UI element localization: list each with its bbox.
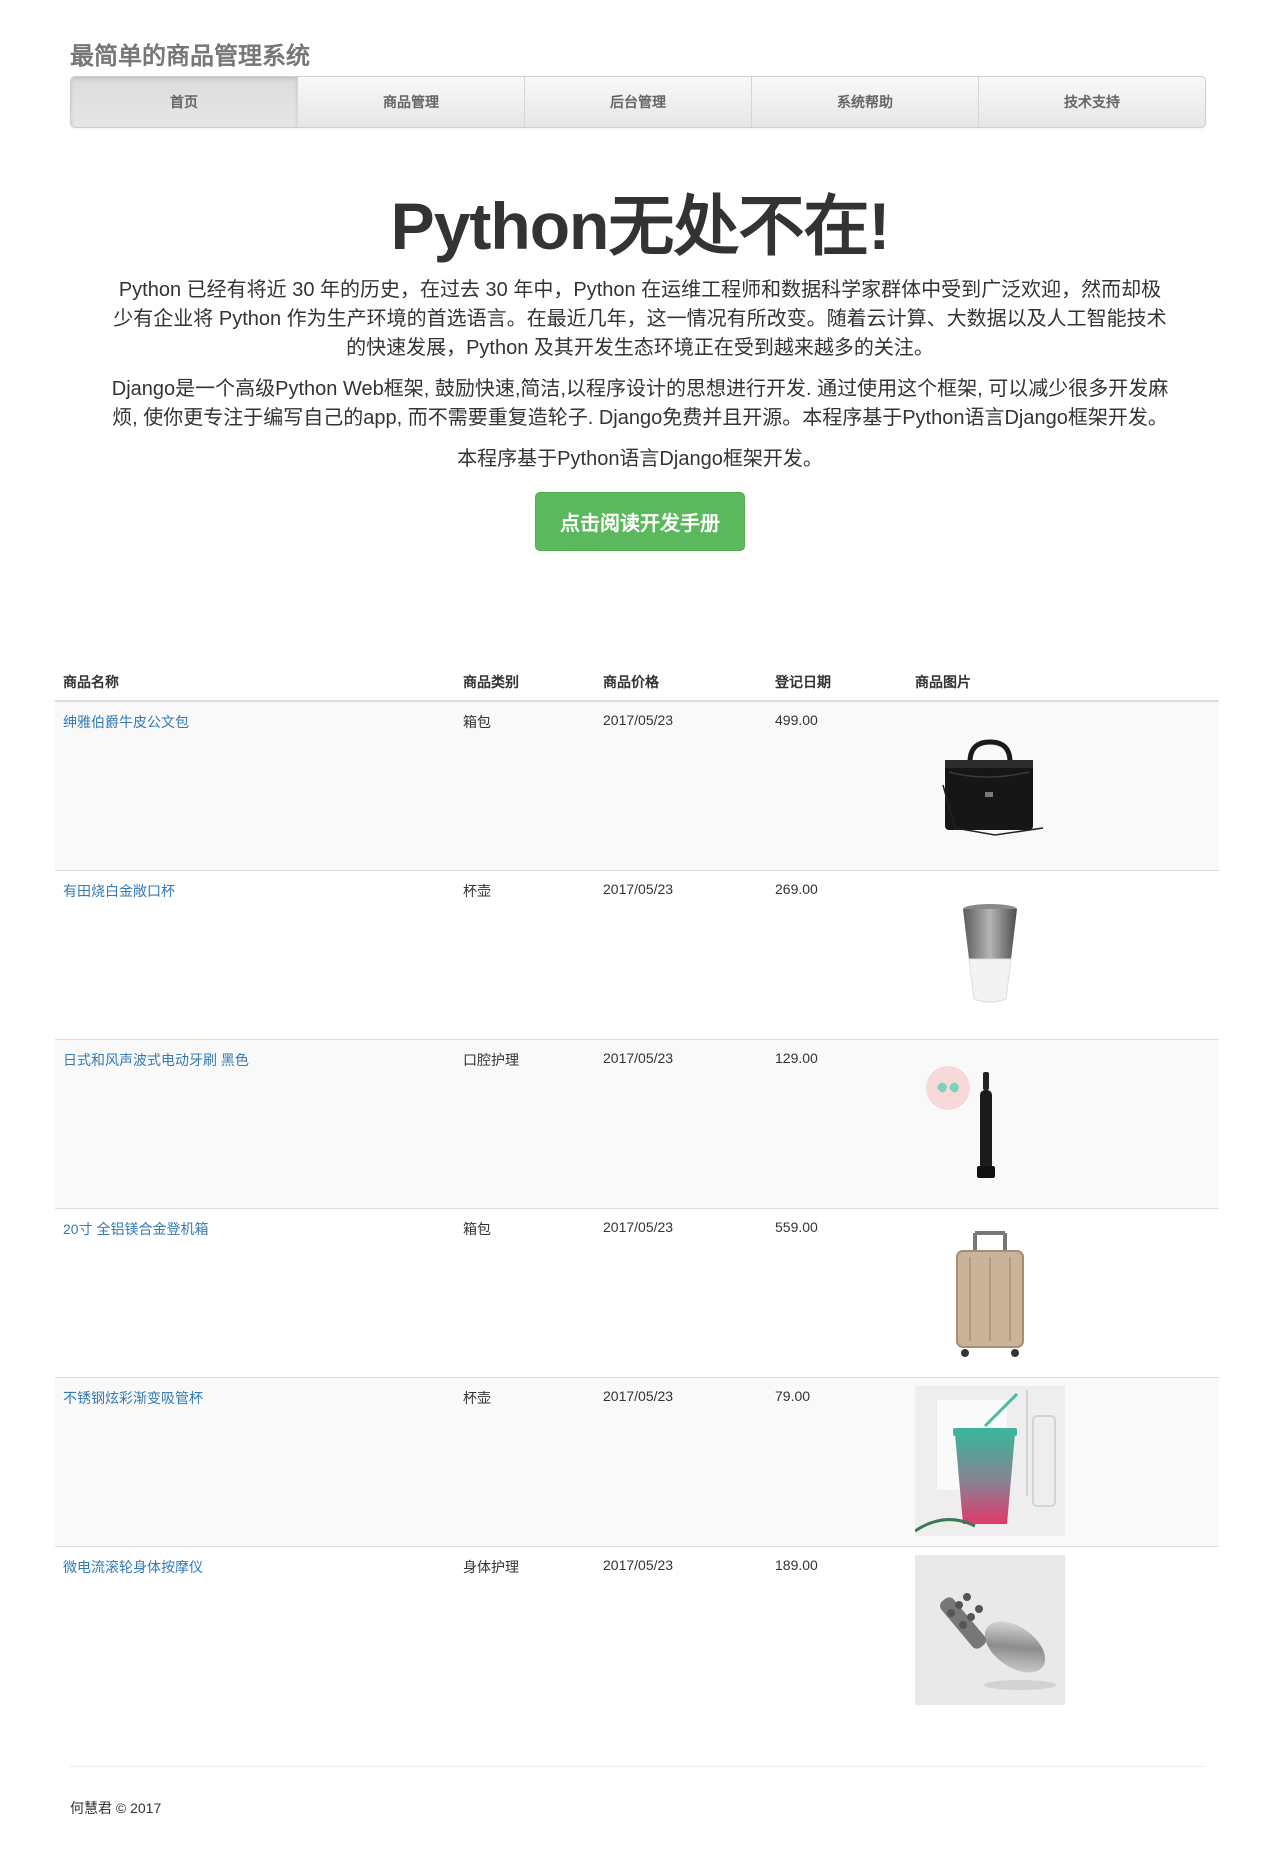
product-name-link[interactable]: 20寸 全铝镁合金登机箱: [63, 1221, 208, 1237]
product-col4: 79.00: [767, 1377, 907, 1547]
nav-item-help[interactable]: 系统帮助: [752, 77, 979, 127]
cup-image: [915, 879, 1065, 1029]
product-col4: 129.00: [767, 1039, 907, 1209]
hero-paragraph-note: 本程序基于Python语言Django框架开发。: [457, 448, 823, 470]
product-col4: 559.00: [767, 1208, 907, 1378]
product-name-link[interactable]: 日式和风声波式电动牙刷 黑色: [63, 1052, 249, 1068]
massager-image: [915, 1555, 1065, 1705]
table-header-row: 商品名称 商品类别 商品价格 登记日期 商品图片: [55, 668, 1219, 702]
product-name-link[interactable]: 绅雅伯爵牛皮公文包: [63, 714, 189, 730]
read-manual-button[interactable]: 点击阅读开发手册: [535, 492, 745, 551]
header-name: 商品名称: [55, 668, 455, 702]
suitcase-image: [915, 1217, 1065, 1367]
jumbotron: Python无处不在! Python 已经有将近 30 年的历史，在过去 30 …: [110, 186, 1170, 551]
product-col3: 2017/05/23: [595, 700, 767, 871]
product-col3: 2017/05/23: [595, 1208, 767, 1378]
product-name-link[interactable]: 有田烧白金敞口杯: [63, 883, 175, 899]
product-col3: 2017/05/23: [595, 1039, 767, 1209]
product-name-link[interactable]: 不锈钢炫彩渐变吸管杯: [63, 1390, 203, 1406]
product-col4: 499.00: [767, 700, 907, 871]
product-col3: 2017/05/23: [595, 1546, 767, 1715]
product-category: 口腔护理: [455, 1039, 595, 1209]
tumbler-image: [915, 1386, 1065, 1536]
product-col3: 2017/05/23: [595, 870, 767, 1040]
product-table: 商品名称 商品类别 商品价格 登记日期 商品图片 绅雅伯爵牛皮公文包 箱包 20…: [55, 668, 1219, 1715]
table-row: 微电流滚轮身体按摩仪 身体护理 2017/05/23 189.00: [55, 1546, 1219, 1715]
hero-title: Python无处不在!: [390, 189, 891, 263]
product-name-link[interactable]: 微电流滚轮身体按摩仪: [63, 1559, 203, 1575]
site-title: 最简单的商品管理系统: [70, 43, 310, 70]
product-category: 箱包: [455, 1208, 595, 1378]
header-image: 商品图片: [907, 668, 1219, 702]
nav-item-support[interactable]: 技术支持: [979, 77, 1205, 127]
hero-paragraph-python: Python 已经有将近 30 年的历史，在过去 30 年中，Python 在运…: [113, 279, 1167, 359]
page: 最简单的商品管理系统 首页 商品管理 后台管理 系统帮助 技术支持 Python…: [0, 0, 1280, 1873]
product-category: 杯壶: [455, 870, 595, 1040]
product-category: 箱包: [455, 700, 595, 871]
product-col4: 269.00: [767, 870, 907, 1040]
table-row: 绅雅伯爵牛皮公文包 箱包 2017/05/23 499.00: [55, 700, 1219, 871]
footer-divider: [70, 1766, 1204, 1767]
header-date: 登记日期: [767, 668, 907, 702]
table-row: 20寸 全铝镁合金登机箱 箱包 2017/05/23 559.00: [55, 1208, 1219, 1378]
toothbrush-image: [915, 1048, 1065, 1198]
table-row: 不锈钢炫彩渐变吸管杯 杯壶 2017/05/23 79.00: [55, 1377, 1219, 1547]
table-row: 有田烧白金敞口杯 杯壶 2017/05/23 269.00: [55, 870, 1219, 1040]
nav-item-home[interactable]: 首页: [71, 77, 298, 127]
product-col3: 2017/05/23: [595, 1377, 767, 1547]
header-price: 商品价格: [595, 668, 767, 702]
footer-copyright: 何慧君 © 2017: [70, 1800, 162, 1816]
hero-paragraph-django: Django是一个高级Python Web框架, 鼓励快速,简洁,以程序设计的思…: [111, 378, 1169, 429]
product-col4: 189.00: [767, 1546, 907, 1715]
table-row: 日式和风声波式电动牙刷 黑色 口腔护理 2017/05/23 129.00: [55, 1039, 1219, 1209]
nav-item-admin[interactable]: 后台管理: [525, 77, 752, 127]
product-category: 身体护理: [455, 1546, 595, 1715]
nav-item-products[interactable]: 商品管理: [298, 77, 525, 127]
header-category: 商品类别: [455, 668, 595, 702]
briefcase-image: [915, 710, 1065, 860]
main-nav: 首页 商品管理 后台管理 系统帮助 技术支持: [70, 76, 1206, 128]
product-category: 杯壶: [455, 1377, 595, 1547]
